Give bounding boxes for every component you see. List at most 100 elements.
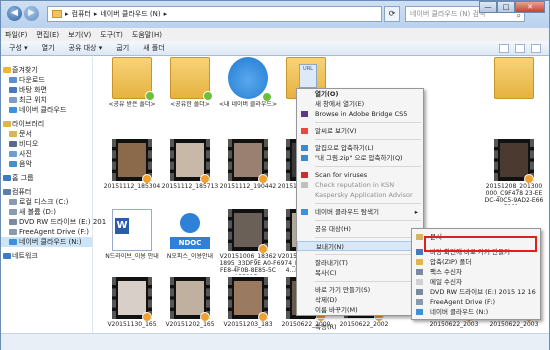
forward-icon[interactable]: ▶ (24, 6, 39, 21)
file-item[interactable]: V20151203_183 (218, 277, 278, 333)
context-menu-item[interactable]: "내 그림.zip" 으로 압축하기(Q) (297, 153, 423, 163)
back-icon[interactable]: ◀ (7, 6, 22, 21)
sidebar-item[interactable]: 새 볼륨 (D:) (1, 207, 92, 217)
context-menu-item[interactable]: 알집으로 압축하기(L) (297, 143, 423, 153)
file-item[interactable]: 20151112_190442 (218, 139, 278, 207)
context-menu-item[interactable]: 열기(O) (297, 89, 423, 99)
context-menu-item[interactable]: 잘라내기(T) (297, 258, 423, 268)
context-menu-item[interactable]: 이름 바꾸기(M) (297, 305, 423, 315)
video-frame (176, 143, 204, 177)
minimize-button[interactable]: — (479, 1, 497, 13)
sidebar-item[interactable]: FreeAgent Drive (F:) (1, 227, 92, 237)
preview-pane-icon[interactable] (515, 43, 525, 53)
context-menu-item[interactable]: Browse in Adobe Bridge CS5 (297, 109, 423, 119)
file-item[interactable] (484, 57, 544, 125)
share-with-button[interactable]: 공유 대상 ▾ (69, 43, 103, 53)
view-controls (499, 43, 549, 53)
organize-button[interactable]: 구성 ▾ (9, 43, 28, 53)
fax-icon (416, 269, 423, 275)
menu-file[interactable]: 파일(F) (5, 30, 27, 40)
sidebar-item[interactable]: DVD RW 드라이브 (E:) 201 (1, 217, 106, 227)
context-menu-item[interactable]: Scan for viruses (297, 170, 423, 180)
context-menu-item[interactable]: 새 창에서 열기(E) (297, 99, 423, 109)
sidebar-item[interactable]: 최근 위치 (1, 95, 92, 105)
file-item[interactable]: V20151130_165 (102, 277, 162, 333)
video-thumbnail-icon (170, 277, 210, 322)
video-frame (500, 143, 528, 177)
new-folder-button[interactable]: 새 폴더 (143, 43, 165, 53)
menu-help[interactable]: 도움말(H) (132, 30, 162, 40)
menu-separator (315, 220, 421, 221)
maximize-button[interactable]: □ (497, 1, 515, 13)
sidebar-item[interactable]: 홈 그룹 (1, 173, 92, 183)
menu-view[interactable]: 보기(V) (68, 30, 91, 40)
send-to-item[interactable]: DVD RW 드라이브 (E:) 2015 12 16 (412, 287, 540, 297)
context-menu-item[interactable]: 알씨로 보기(V) (297, 126, 423, 136)
sidebar-item-label: 사진 (19, 150, 32, 158)
context-menu-item[interactable]: 속성(R) (297, 322, 423, 332)
breadcrumb-naver-cloud[interactable]: 네이버 클라우드 (N) (100, 9, 160, 19)
send-to-item[interactable]: 팩스 수신자 (412, 267, 540, 277)
sidebar-item[interactable]: 비디오 (1, 139, 92, 149)
close-button[interactable]: ✕ (515, 1, 545, 13)
address-sep: ▸ (93, 10, 98, 18)
sidebar-item[interactable]: 네이버 클라우드 (1, 105, 92, 115)
naver-cloud-icon (301, 209, 308, 215)
file-item[interactable]: V20151202_165 (160, 277, 220, 333)
sidebar-item[interactable]: 로컬 디스크 (C:) (1, 197, 92, 207)
sidebar-item-label: 문서 (19, 130, 32, 138)
breadcrumb-computer[interactable]: 컴퓨터 (72, 9, 91, 19)
context-menu-item[interactable]: 바로 가기 만들기(S) (297, 285, 423, 295)
context-menu-item[interactable]: 보내기(N)▸ (297, 241, 423, 251)
share-badge-icon (203, 91, 213, 101)
context-menu-item[interactable]: 삭제(D) (297, 295, 423, 305)
send-to-item[interactable]: 압축(ZIP) 폴더 (412, 257, 540, 267)
file-item[interactable]: 20151208_201300000_C9F478 23-EEDC-40C5-9… (484, 139, 544, 207)
sidebar-item[interactable]: 즐겨찾기 (1, 65, 92, 75)
video-frame (234, 281, 262, 315)
send-to-item[interactable]: 메일 수신자 (412, 277, 540, 287)
file-name: 20151112_185304 (103, 183, 161, 190)
send-to-item[interactable]: FreeAgent Drive (F:) (412, 297, 540, 307)
file-item[interactable]: W N드라이브_이용 안내 (102, 209, 162, 277)
url-file-icon: URL (299, 64, 317, 88)
context-menu-item[interactable]: 복사(C) (297, 268, 423, 278)
file-item[interactable]: <내 네이버 클라우드> (218, 57, 278, 125)
file-name: 20151208_201300000_C9F478 23-EEDC-40C5-9… (484, 183, 544, 205)
burn-button[interactable]: 굽기 (116, 43, 129, 53)
mail-icon (416, 279, 423, 285)
view-options-icon[interactable] (499, 43, 509, 53)
context-menu-label: 속성(R) (315, 323, 337, 331)
sidebar-item-label: 홈 그룹 (12, 174, 34, 182)
sidebar-item[interactable]: 라이브러리 (1, 119, 92, 129)
file-name: V20151203_183 (223, 321, 273, 328)
file-item[interactable]: <공유 받은 폴더> (102, 57, 162, 125)
menu-edit[interactable]: 편집(E) (36, 30, 59, 40)
context-menu-item[interactable]: 네이버 클라우드 탐색기 ▸ (297, 207, 423, 217)
file-item[interactable]: V20151006_183621895_33DF9E A0-FFE8-4F0B-… (218, 209, 278, 277)
sidebar-item[interactable]: 네트워크 (1, 251, 92, 261)
context-menu-item[interactable]: 공유 대상(H)▸ (297, 224, 423, 234)
alsee-icon (301, 128, 308, 134)
sidebar-item[interactable]: 사진 (1, 149, 92, 159)
open-button[interactable]: 열기 (42, 43, 55, 53)
sidebar-item[interactable]: 음악 (1, 159, 92, 169)
sidebar-item[interactable]: 네이버 클라우드 (N:) (1, 237, 92, 247)
file-item[interactable]: 20151112_185304 (102, 139, 162, 207)
file-item[interactable]: NDOC N오피스_이용안내 (160, 209, 220, 277)
file-item[interactable]: <공유한 폴더> (160, 57, 220, 125)
sidebar-item[interactable]: 바탕 화면 (1, 85, 92, 95)
send-to-item[interactable]: 네이버 클라우드 (N:) (412, 307, 540, 317)
video-thumbnail-icon (228, 139, 268, 184)
picture-icon (9, 151, 17, 157)
file-item[interactable]: 20151112_185713 (160, 139, 220, 207)
refresh-icon[interactable]: ⟳ (384, 6, 400, 22)
sidebar-item[interactable]: 컴퓨터 (1, 187, 92, 197)
sidebar-item[interactable]: 문서 (1, 129, 92, 139)
file-name: N오피스_이용안내 (166, 253, 214, 260)
menu-tools[interactable]: 도구(T) (100, 30, 123, 40)
address-sep: ▸ (163, 10, 168, 18)
address-bar[interactable]: ▸ 컴퓨터 ▸ 네이버 클라우드 (N) ▸ (47, 6, 382, 22)
sidebar-item[interactable]: 다운로드 (1, 75, 92, 85)
help-icon[interactable] (531, 43, 541, 53)
